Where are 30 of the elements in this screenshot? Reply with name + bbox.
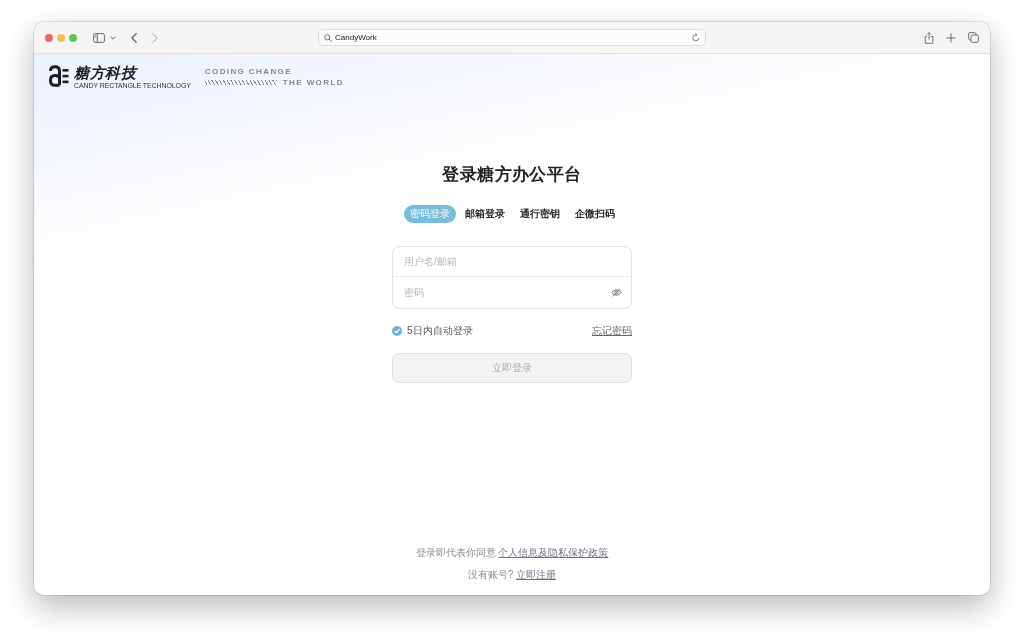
share-icon[interactable] [924, 31, 934, 44]
brand-name: 糖方科技 [74, 65, 139, 81]
login-title: 登录糖方办公平台 [442, 164, 582, 186]
new-tab-plus-icon[interactable] [946, 32, 956, 43]
agreement-text: 登录即代表你同意 个人信息及隐私保护政策 [415, 546, 609, 560]
password-field[interactable]: 密码 [392, 277, 632, 309]
chevron-down-icon[interactable] [110, 35, 116, 40]
reload-icon[interactable] [692, 33, 700, 42]
login-method-tab[interactable]: 通行密钥 [513, 205, 566, 223]
back-icon[interactable] [131, 32, 137, 43]
eye-slash-icon[interactable] [611, 288, 622, 297]
address-field[interactable]: CandyWork [318, 29, 706, 46]
logo-icon [48, 65, 69, 87]
slogan-text: THE WORLD [282, 78, 344, 87]
signup-link[interactable]: 立即注册 [516, 569, 557, 580]
login-method-tab[interactable]: 企微扫码 [568, 205, 621, 223]
search-icon [324, 33, 332, 42]
forgot-password-link[interactable]: 忘记密码 [592, 324, 632, 338]
tabs-overview-icon[interactable] [968, 32, 979, 43]
username-field[interactable]: 用户名/邮箱 [392, 246, 632, 277]
sidebar-icon[interactable] [93, 32, 105, 43]
slogan-text: CODING CHANGE [204, 67, 293, 76]
address-text: CandyWork [335, 32, 378, 43]
checkbox[interactable] [392, 326, 402, 336]
login-method-tab[interactable]: 邮箱登录 [458, 205, 511, 223]
privacy-policy-link[interactable]: 个人信息及隐私保护政策 [498, 547, 609, 558]
remember-label: 5日内自动登录 [407, 324, 473, 338]
window-close-icon[interactable] [45, 33, 53, 42]
signup-prompt-text: 没有账号? 立即注册 [467, 568, 557, 582]
window-zoom-icon[interactable] [69, 33, 77, 42]
